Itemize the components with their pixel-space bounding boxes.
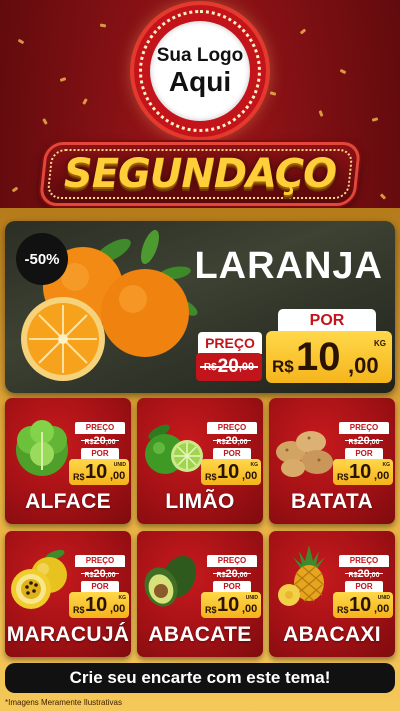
old-price: R$20,00 — [339, 567, 389, 580]
disclaimer: *Imagens Meramente Ilustrativas — [5, 698, 122, 707]
old-price: R$20,00 — [339, 434, 389, 447]
old-price: R$20,00 — [207, 434, 257, 447]
price-tag: R$ 10,00 UNID — [333, 592, 393, 618]
logo-line2: Aqui — [168, 65, 232, 97]
hero-old-price: R$ 20 ,00 — [196, 353, 262, 381]
logo: Sua Logo Aqui — [150, 21, 250, 121]
preco-label: PREÇO — [207, 555, 257, 567]
price-tag: R$ 10,00 KG — [69, 592, 129, 618]
discount-badge: -50% — [16, 233, 68, 285]
price-tag: R$ 10,00 UNID — [201, 592, 261, 618]
product-card-alface: PREÇO R$20,00 POR R$ 10,00 UNID ALFACE — [5, 398, 131, 524]
lime-icon — [145, 424, 203, 474]
preco-label: PREÇO — [339, 555, 389, 567]
old-price: R$20,00 — [75, 434, 125, 447]
price-tag: R$ 10,00 KG — [201, 459, 261, 485]
preco-label: PREÇO — [207, 422, 257, 434]
hero-price: R$ 10 ,00 KG — [266, 331, 392, 383]
price-tag: R$ 10,00 UNID — [69, 459, 129, 485]
product-card-maracuja: PREÇO R$20,00 POR R$ 10,00 KG MARACUJÁ — [5, 531, 131, 657]
old-price: R$20,00 — [207, 567, 257, 580]
product-card-abacate: PREÇO R$20,00 POR R$ 10,00 UNID ABACATE — [137, 531, 263, 657]
pineapple-icon — [278, 545, 325, 606]
passion-fruit-icon — [11, 549, 67, 609]
product-name: ALFACE — [25, 490, 111, 513]
product-card-batata: PREÇO R$20,00 POR R$ 10,00 KG BATATA — [269, 398, 395, 524]
logo-badge: Sua Logo Aqui — [134, 5, 266, 137]
product-name: ABACATE — [148, 623, 252, 646]
product-name: ABACAXI — [283, 623, 381, 646]
preco-label: PREÇO — [75, 422, 125, 434]
avocado-icon — [144, 555, 197, 607]
page-title: SEGUNDAÇO — [63, 151, 337, 197]
product-name: LIMÃO — [165, 490, 235, 513]
preco-label: PREÇO — [75, 555, 125, 567]
hero-preco-label: PREÇO — [198, 332, 262, 354]
old-price: R$20,00 — [75, 567, 125, 580]
hero-por-label: POR — [278, 309, 376, 333]
flyer: Sua Logo Aqui SEGUNDAÇO -50% LARANJA PRE… — [0, 0, 400, 711]
product-name: BATATA — [291, 490, 373, 513]
logo-line1: Sua Logo — [156, 44, 244, 66]
cta-banner[interactable]: Crie seu encarte com este tema! — [5, 663, 395, 693]
product-card-limao: PREÇO R$20,00 POR R$ 10,00 KG LIMÃO — [137, 398, 263, 524]
price-tag: R$ 10,00 KG — [333, 459, 393, 485]
product-name: MARACUJÁ — [6, 623, 130, 646]
hero-product-name: LARANJA — [194, 245, 383, 287]
lettuce-icon — [16, 420, 68, 476]
preco-label: PREÇO — [339, 422, 389, 434]
potato-icon — [276, 431, 333, 477]
product-card-abacaxi: PREÇO R$20,00 POR R$ 10,00 UNID ABACAXI — [269, 531, 395, 657]
